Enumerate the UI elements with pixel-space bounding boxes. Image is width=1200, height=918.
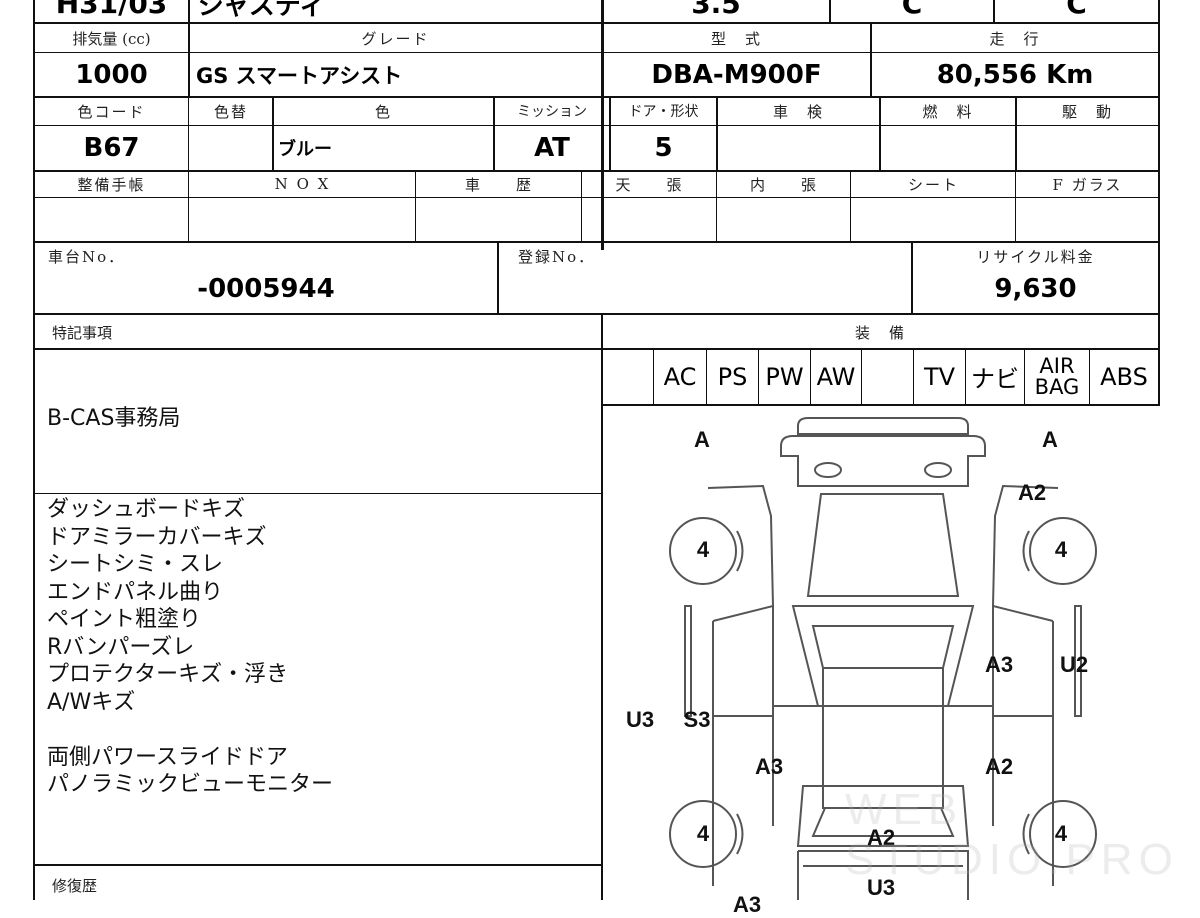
equip-ps: PS (717, 362, 748, 391)
notes-title: 特記事項 (52, 323, 113, 342)
equip-pw: PW (765, 362, 804, 391)
chassis-value: -0005944 (197, 274, 335, 304)
grade-label: グレード (361, 29, 430, 48)
equip-airbag: AIR BAG (1034, 353, 1080, 399)
note-item: A/Wキズ (47, 689, 136, 715)
equip-abs: ABS (1100, 362, 1148, 391)
damage-mark: A (694, 427, 710, 452)
note-item: シートシミ・スレ (47, 552, 224, 577)
mileage-value: 80,556 Km (936, 59, 1094, 90)
damage-mark: A2 (984, 754, 1014, 779)
damage-mark: A3 (754, 754, 784, 779)
roof-label: 天 張 (615, 175, 684, 194)
equip-aw: AW (816, 362, 856, 391)
transmission-label: ミッション (517, 104, 587, 120)
note-item: エンドパネル曲り (47, 579, 224, 605)
note-item: ダッシュボードキズ (47, 497, 246, 522)
seat-label: シート (907, 175, 959, 194)
auction-date: H31/03 (55, 0, 168, 20)
damage-mark: U2 (1059, 652, 1089, 677)
doors-label: ドア・形状 (628, 104, 699, 120)
displacement-value: 1000 (75, 59, 148, 90)
note-item: 両側パワースライドドア (47, 744, 288, 770)
color-label: 色 (374, 102, 392, 121)
glass-label: F ガラス (1052, 175, 1123, 194)
car-model: ジャスティ (198, 0, 326, 20)
color-value: ブルー (278, 139, 332, 160)
damage-mark: A2 (1017, 480, 1047, 505)
color-change-label: 色替 (213, 102, 248, 121)
equip-navi: ナビ (971, 365, 1019, 393)
color-code-label: 色コード (77, 102, 146, 121)
damage-mark: A3 (732, 892, 762, 917)
equipment-title: 装 備 (854, 323, 906, 342)
mileage-label: 走 行 (989, 29, 1041, 48)
damage-mark: A (1042, 427, 1058, 452)
watermark: WEB STUDIO.PRO (845, 785, 1179, 884)
model-code-label: 型 式 (710, 29, 762, 48)
damage-mark: A3 (984, 652, 1014, 677)
exterior-grade: C (1066, 0, 1087, 20)
drive-label: 駆 動 (1061, 102, 1113, 121)
grade-value: GS スマートアシスト (196, 63, 403, 88)
recycle-label: リサイクル料金 (976, 247, 1095, 266)
recycle-value: 9,630 (994, 274, 1077, 304)
displacement-label: 排気量 (cc) (72, 29, 151, 48)
notes-top: B-CAS事務局 (47, 406, 181, 431)
auction-score: 3.5 (691, 0, 741, 20)
repair-title: 修復歴 (52, 876, 98, 895)
chassis-label: 車台No． (48, 247, 126, 266)
color-code-value: B67 (83, 133, 140, 163)
history-label: 車 歴 (464, 175, 533, 194)
note-item: Rバンパーズレ (47, 634, 195, 660)
nox-label: N O X (274, 175, 331, 193)
doors-value: 5 (654, 133, 673, 163)
interior-grade: C (901, 0, 923, 20)
damage-mark: S3 (683, 707, 711, 732)
notes-list: ダッシュボードキズ ドアミラーカバーキズ シートシミ・スレ エンドパネル曲り ペ… (47, 496, 333, 799)
interior-trim-label: 内 張 (749, 175, 818, 194)
fuel-label: 燃 料 (922, 102, 974, 121)
registration-label: 登録No． (518, 247, 596, 266)
damage-mark: 4 (696, 537, 710, 562)
damage-mark: 4 (1054, 537, 1068, 562)
note-item (47, 716, 333, 744)
inspection-label: 車 検 (772, 102, 824, 121)
note-item: プロテクターキズ・浮き (47, 662, 289, 687)
transmission-value: AT (534, 133, 570, 163)
equip-ac: AC (663, 362, 697, 391)
note-item: ペイント粗塗り (47, 607, 202, 632)
damage-mark: 4 (696, 821, 710, 846)
model-code-value: DBA-M900F (651, 59, 822, 90)
damage-mark: U3 (625, 707, 655, 732)
note-item: ドアミラーカバーキズ (47, 524, 267, 550)
maintenance-label: 整備手帳 (77, 175, 146, 194)
note-item: パノラミックビューモニター (47, 772, 334, 797)
equip-tv: TV (923, 362, 956, 391)
